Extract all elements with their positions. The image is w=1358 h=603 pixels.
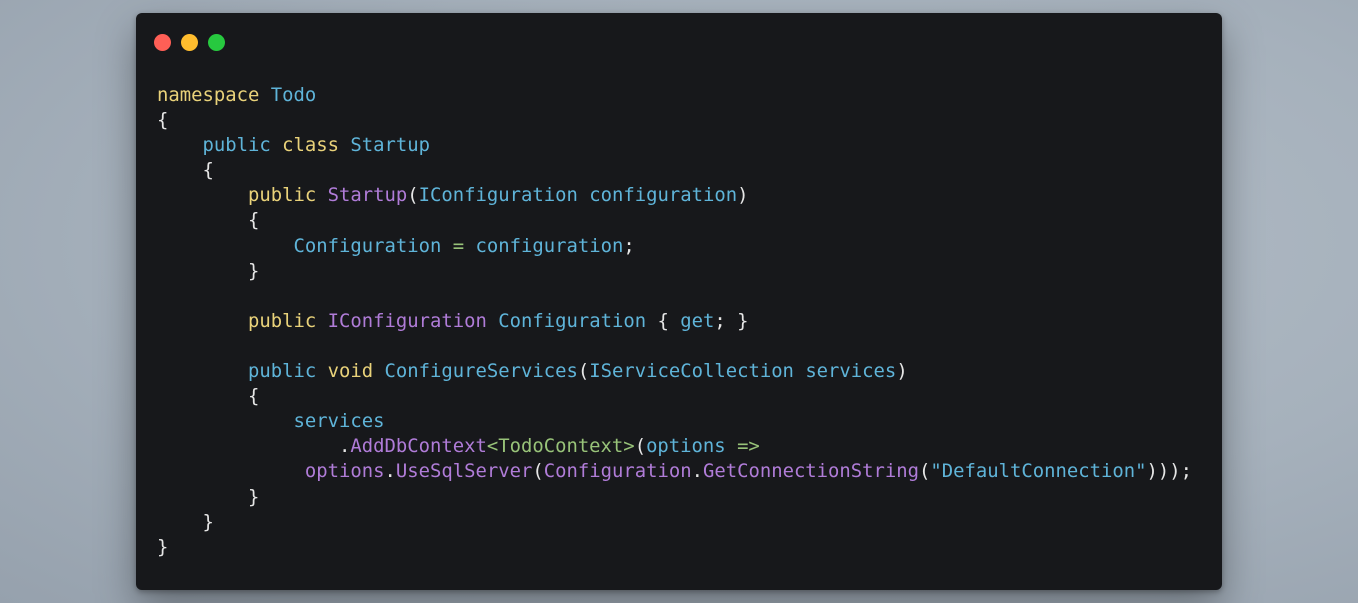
code-line: public void ConfigureServices(IServiceCo…: [157, 359, 1192, 384]
code-block: namespace Todo{ public class Startup { p…: [157, 83, 1192, 560]
code-line: }: [157, 510, 1192, 535]
code-line: public class Startup: [157, 133, 1192, 158]
code-token: Configuration: [543, 460, 692, 483]
minimize-dot-icon[interactable]: [181, 34, 198, 51]
code-token: {: [157, 109, 169, 132]
code-token: {: [646, 309, 681, 332]
code-token: (: [577, 360, 590, 383]
window-controls: [154, 34, 225, 51]
code-token: .: [691, 460, 703, 483]
code-token: }: [157, 510, 214, 533]
code-token: void: [327, 360, 374, 383]
code-token: Configuration: [498, 309, 647, 332]
code-token: (: [919, 460, 931, 483]
code-token: <TodoContext>: [486, 435, 635, 458]
code-token: public: [248, 309, 317, 332]
code-token: options: [646, 435, 726, 458]
code-token: .: [384, 460, 396, 483]
code-token: Configuration: [293, 234, 442, 257]
code-token: Startup: [327, 184, 408, 207]
code-token: {: [157, 159, 214, 182]
code-token: ; }: [714, 309, 749, 332]
code-token: "DefaultConnection": [930, 460, 1147, 483]
code-token: ;: [623, 234, 635, 257]
code-token: UseSqlServer: [395, 460, 533, 483]
code-token: public: [248, 184, 317, 207]
code-token: (: [532, 460, 544, 483]
code-window: namespace Todo{ public class Startup { p…: [136, 13, 1222, 590]
code-token: IConfiguration: [418, 184, 578, 207]
code-token: GetConnectionString: [702, 460, 920, 483]
code-line: {: [157, 158, 1192, 183]
code-token: ): [737, 184, 749, 207]
code-token: (: [634, 435, 647, 458]
maximize-dot-icon[interactable]: [208, 34, 225, 51]
code-token: .: [157, 435, 351, 458]
code-line: {: [157, 384, 1192, 409]
code-line: }: [157, 259, 1192, 284]
code-line: }: [157, 535, 1192, 560]
code-line: public IConfiguration Configuration { ge…: [157, 309, 1192, 334]
code-token: (: [407, 184, 419, 207]
code-token: AddDbContext: [350, 435, 487, 458]
code-line: Configuration = configuration;: [157, 234, 1192, 259]
code-token: namespace: [157, 84, 260, 106]
code-token: IConfiguration: [327, 309, 487, 332]
code-token: =: [452, 234, 465, 257]
code-token: {: [157, 385, 260, 408]
code-token: IServiceCollection: [589, 360, 794, 383]
code-token: configuration: [475, 234, 624, 257]
code-token: public: [248, 360, 317, 383]
code-token: }: [157, 259, 260, 282]
code-line: {: [157, 208, 1192, 233]
code-line: }: [157, 485, 1192, 510]
code-token: ConfigureServices: [384, 360, 578, 383]
code-line: options.UseSqlServer(Configuration.GetCo…: [157, 459, 1192, 484]
code-token: Todo: [270, 84, 317, 106]
code-token: public: [202, 134, 271, 157]
code-token: }: [157, 485, 260, 508]
code-token: )));: [1146, 460, 1193, 483]
code-line: namespace Todo: [157, 83, 1192, 108]
code-token: }: [157, 535, 169, 558]
code-token: configuration: [589, 184, 738, 207]
code-line: services: [157, 409, 1192, 434]
code-line: public Startup(IConfiguration configurat…: [157, 183, 1192, 208]
code-token: services: [805, 360, 897, 383]
close-dot-icon[interactable]: [154, 34, 171, 51]
code-token: options: [304, 460, 385, 483]
code-token: ): [896, 360, 908, 383]
code-line: .AddDbContext<TodoContext>(options =>: [157, 434, 1192, 459]
code-line: {: [157, 108, 1192, 133]
code-token: Startup: [350, 134, 430, 157]
code-token: {: [157, 209, 260, 232]
code-token: get: [680, 309, 715, 332]
code-token: =>: [737, 435, 760, 458]
code-token: class: [282, 134, 339, 157]
code-token: services: [293, 410, 385, 433]
